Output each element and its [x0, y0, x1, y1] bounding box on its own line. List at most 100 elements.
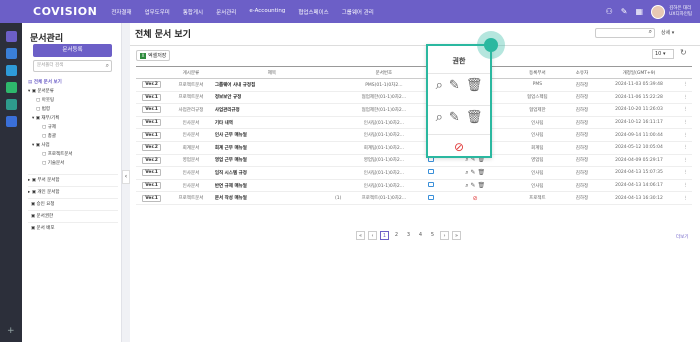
tree-item[interactable]: ▢ 프로젝트문서 — [28, 150, 118, 159]
table-row[interactable]: Ver.1 사업관리규정 사업관리규정 협업제한(01-1)0차2... 협업제… — [136, 103, 692, 117]
column-header[interactable]: 등록부서 — [509, 66, 566, 79]
last-page-button[interactable]: » — [452, 231, 461, 240]
tree-item[interactable]: ▢ 아웃팅 — [28, 96, 118, 105]
table-row[interactable]: Ver.2 프로젝트문서 그룹웨어 사내 규정집 PMS(01-1)0차2...… — [136, 78, 692, 92]
search-icon[interactable]: ⌕ — [649, 28, 652, 36]
approval-icon[interactable] — [5, 65, 17, 76]
tree-item[interactable]: ▢ 법령 — [28, 105, 118, 114]
excel-export-button[interactable]: X 엑셀저장 — [136, 50, 171, 61]
cell-title[interactable]: 회계 근무 매뉴얼 — [214, 141, 329, 155]
board-icon[interactable] — [5, 82, 17, 93]
table-row[interactable]: Ver.2 영업문서 영업 근무 매뉴얼 영업팀(01-1)0차2... ⌕ ✎… — [136, 154, 692, 168]
column-header[interactable]: 문서번호 — [347, 66, 421, 79]
cell-title[interactable]: 기타 내역 — [214, 116, 329, 130]
view-icon[interactable]: ⌕ — [436, 78, 443, 93]
table-row[interactable]: Ver.2 회계문서 회계 근무 매뉴얼 회계팀(01-1)0차2... 회계팀… — [136, 141, 692, 155]
next-page-button[interactable]: › — [440, 231, 449, 240]
delete-icon[interactable]: 🗑 — [466, 78, 483, 93]
more-icon[interactable]: ⋮ — [679, 91, 692, 105]
user-info[interactable]: 김하은 대리 UX디자인팀 — [669, 6, 692, 18]
section-document-permission[interactable]: ▣ 문서권한 — [28, 210, 118, 222]
edit-icon[interactable]: ✎ — [470, 182, 475, 189]
tree-item[interactable]: ▾ ▣ 문서분류 — [28, 87, 118, 96]
nav-item[interactable]: 업무도우미 — [145, 8, 170, 16]
logo[interactable]: COVISION — [33, 5, 97, 18]
more-icon[interactable]: ⋮ — [679, 103, 692, 117]
org-chart-icon[interactable]: ⚇ — [606, 7, 613, 16]
view-icon[interactable]: ⌕ — [465, 182, 468, 189]
table-row[interactable]: Ver.1 프로젝트문서 정보보안 규정 협업제한(01-1)0차2... 협업… — [136, 91, 692, 105]
register-document-button[interactable]: 문서등록 — [33, 44, 112, 57]
prev-page-button[interactable]: ‹ — [368, 231, 377, 240]
app-icon[interactable] — [5, 31, 17, 42]
column-header[interactable]: 개정일(GMT+9) — [598, 66, 680, 79]
page-size-select[interactable]: 10 ▾ — [652, 49, 674, 59]
tree-item[interactable]: ▢ 규제 — [28, 123, 118, 132]
more-icon[interactable]: ⋮ — [679, 141, 692, 155]
add-icon[interactable]: + — [7, 326, 15, 336]
column-header[interactable]: 소유자 — [565, 66, 599, 79]
edit-icon[interactable]: ✎ — [449, 110, 460, 125]
document-search-input[interactable]: ⌕ — [595, 28, 655, 38]
page-number[interactable]: 3 — [404, 231, 413, 240]
cell-title[interactable]: 임직 시스템 규정 — [214, 166, 329, 180]
view-icon[interactable]: ⌕ — [465, 169, 468, 176]
cell-title[interactable]: 영업 근무 매뉴얼 — [214, 154, 329, 168]
page-number[interactable]: 5 — [428, 231, 437, 240]
mail-icon[interactable] — [5, 48, 17, 59]
column-header[interactable]: 제목 — [214, 66, 329, 79]
cell-title[interactable]: 인사 근무 매뉴얼 — [214, 128, 329, 142]
nav-item[interactable]: 전자결재 — [111, 8, 131, 16]
nav-item[interactable]: 그룹웨어 관리 — [342, 8, 374, 16]
more-icon[interactable]: ⋮ — [679, 166, 692, 180]
nav-item[interactable]: 협업스페이스 — [298, 8, 328, 16]
first-page-button[interactable]: « — [356, 231, 365, 240]
tree-item[interactable]: ▾ ▣ 재무/기획 — [28, 114, 118, 123]
more-icon[interactable]: ⋮ — [679, 78, 692, 92]
cell-title[interactable]: 정보보안 규정 — [214, 91, 329, 105]
collapse-sidebar-button[interactable]: ‹ — [122, 170, 130, 184]
community-icon[interactable] — [5, 116, 17, 127]
nav-item[interactable]: e-Accounting — [249, 8, 285, 16]
folder-search-input[interactable]: 문서폴더 검색 ⌕ — [33, 60, 112, 72]
section-approval-request[interactable]: ▣ 승인 요청 — [28, 198, 118, 210]
nav-item[interactable]: 통합게시 — [183, 8, 203, 16]
avatar[interactable] — [651, 4, 666, 19]
more-icon[interactable]: ⋮ — [679, 128, 692, 142]
cell-title[interactable]: 문서 작성 매뉴얼 — [214, 191, 329, 205]
section-distribution[interactable]: ▣ 문서 배포 — [28, 222, 118, 234]
more-link[interactable]: 더보기 — [676, 234, 688, 240]
tree-item-all[interactable]: ▤ 전체 문서 보기 — [28, 78, 118, 87]
column-header[interactable]: 게시분류 — [167, 66, 215, 79]
table-row[interactable]: Ver.1 인사문서 반연 규제 매뉴얼 인사팀(01-1)0차2... ⌕ ✎… — [136, 179, 692, 193]
cell-title[interactable]: 그룹웨어 사내 규정집 — [214, 78, 329, 92]
detail-search-toggle[interactable]: 상세 ▾ — [661, 29, 674, 36]
section-dept-box[interactable]: ▸ ▣ 부서 문서함 — [28, 174, 118, 186]
edit-icon[interactable]: ✎ — [621, 7, 628, 16]
tree-item[interactable]: ▢ 기술문서 — [28, 159, 118, 168]
table-row[interactable]: Ver.1 인사문서 기타 내역 인사팀(01-1)0차2... 인사팀 김하정… — [136, 116, 692, 130]
page-number[interactable]: 1 — [380, 231, 389, 240]
more-icon[interactable]: ⋮ — [679, 116, 692, 130]
section-personal-box[interactable]: ▸ ▣ 개인 문서함 — [28, 186, 118, 198]
delete-icon[interactable]: 🗑 — [477, 182, 485, 189]
more-icon[interactable]: ⋮ — [679, 179, 692, 193]
tree-item[interactable]: ▾ ▣ 사업 — [28, 141, 118, 150]
page-number[interactable]: 4 — [416, 231, 425, 240]
calendar-icon[interactable]: ▦ — [636, 7, 644, 16]
edit-icon[interactable]: ✎ — [470, 169, 475, 176]
cell-title[interactable]: 반연 규제 매뉴얼 — [214, 179, 329, 193]
search-icon[interactable]: ⌕ — [106, 61, 109, 71]
table-row[interactable]: Ver.1 인사문서 인사 근무 매뉴얼 인사팀(01-1)0차2... 인사팀… — [136, 128, 692, 142]
view-icon[interactable]: ⌕ — [436, 110, 443, 125]
edit-icon[interactable]: ✎ — [449, 78, 460, 93]
nav-item[interactable]: 문서관리 — [216, 8, 236, 16]
cell-title[interactable]: 사업관리규정 — [214, 103, 329, 117]
document-icon[interactable] — [5, 99, 17, 110]
tree-item[interactable]: ▢ 총괄 — [28, 132, 118, 141]
table-row[interactable]: Ver.1 인사문서 임직 시스템 규정 인사팀(01-1)0차2... ⌕ ✎… — [136, 166, 692, 180]
more-icon[interactable]: ⋮ — [679, 154, 692, 168]
delete-icon[interactable]: 🗑 — [466, 110, 483, 125]
page-number[interactable]: 2 — [392, 231, 401, 240]
more-icon[interactable]: ⋮ — [679, 191, 692, 205]
